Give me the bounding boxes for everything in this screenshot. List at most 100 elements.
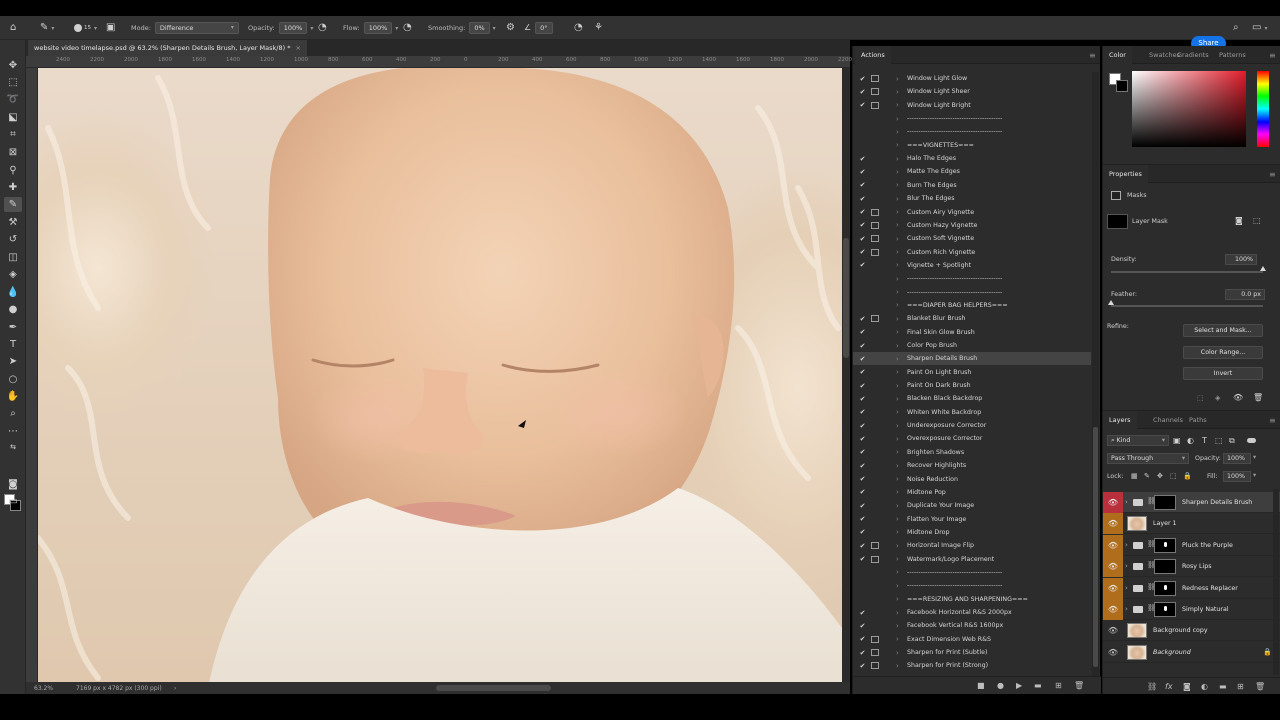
color-range-button[interactable]: Color Range...	[1183, 346, 1263, 359]
expand-arrow-icon[interactable]: ›	[896, 261, 899, 269]
toggle-check-icon[interactable]: ✔	[858, 555, 867, 563]
layer-row[interactable]: 👁 › ⛓ Redness Replacer	[1103, 577, 1280, 599]
expand-arrow-icon[interactable]: ›	[896, 208, 899, 216]
screen-mode-icon[interactable]: ▭	[4, 494, 22, 509]
layer-row[interactable]: 👁 › ⛓ Pluck the Purple	[1103, 534, 1280, 556]
expand-arrow-icon[interactable]: ›	[896, 568, 899, 576]
eyedropper-tool-icon[interactable]: ⚲	[4, 163, 22, 178]
lock-transparency-icon[interactable]: ▦	[1131, 472, 1138, 480]
toggle-check-icon[interactable]: ✔	[858, 368, 867, 376]
action-item[interactable]: ✔ › Color Pop Brush	[853, 339, 1091, 352]
layer-row[interactable]: 👁 Layer 1	[1103, 513, 1280, 535]
expand-arrow-icon[interactable]: ›	[896, 128, 899, 136]
action-item[interactable]: ✔ › Watermark/Logo Placement	[853, 553, 1091, 566]
group-expand-icon[interactable]: ›	[1125, 562, 1128, 570]
expand-arrow-icon[interactable]: ›	[896, 75, 899, 83]
frame-tool-icon[interactable]: ⊠	[4, 145, 22, 160]
toggle-check-icon[interactable]: ✔	[858, 155, 867, 163]
expand-arrow-icon[interactable]: ›	[896, 502, 899, 510]
action-item[interactable]: ✔ › Window Light Glow	[853, 72, 1091, 85]
new-set-icon[interactable]: ▬	[1034, 681, 1042, 690]
expand-arrow-icon[interactable]: ›	[896, 88, 899, 96]
type-filter-icon[interactable]: T	[1202, 436, 1207, 445]
action-item[interactable]: › ---------------------------------------…	[853, 579, 1091, 592]
expand-arrow-icon[interactable]: ›	[896, 181, 899, 189]
action-item[interactable]: ✔ › Horizontal Image Flip	[853, 539, 1091, 552]
color-picker-field[interactable]	[1132, 71, 1246, 147]
properties-menu-icon[interactable]: ≡	[1269, 170, 1276, 179]
expand-arrow-icon[interactable]: ›	[896, 395, 899, 403]
kind-filter-select[interactable]: ⌕ Kind ▾	[1107, 435, 1169, 446]
action-item[interactable]: ✔ › Midtone Pop	[853, 486, 1091, 499]
path-selection-tool-icon[interactable]: ➤	[4, 354, 22, 369]
action-item[interactable]: ✔ › Custom Airy Vignette	[853, 206, 1091, 219]
fill-field[interactable]: 100%	[1223, 471, 1251, 482]
object-selection-tool-icon[interactable]: ⬕	[4, 110, 22, 125]
document-tab[interactable]: website video timelapse.psd @ 63.2% (Sha…	[28, 40, 307, 56]
expand-arrow-icon[interactable]: ›	[896, 101, 899, 109]
toggle-check-icon[interactable]: ✔	[858, 181, 867, 189]
airbrush-button[interactable]: ◔	[403, 16, 412, 40]
layer-visibility-eye-icon[interactable]: 👁	[1103, 534, 1123, 556]
close-tab-icon[interactable]: ×	[295, 44, 300, 52]
dialog-toggle-icon[interactable]	[871, 635, 879, 643]
layer-thumbnail[interactable]	[1127, 516, 1147, 532]
action-item[interactable]: ✔ › Sharpen for Print (Strong)	[853, 659, 1091, 672]
feather-field[interactable]: 0.0 px	[1225, 289, 1265, 300]
dialog-toggle-icon[interactable]	[871, 649, 879, 657]
dialog-toggle-icon[interactable]	[871, 315, 879, 323]
expand-arrow-icon[interactable]: ›	[896, 422, 899, 430]
expand-arrow-icon[interactable]: ›	[896, 235, 899, 243]
brush-tool-icon[interactable]: ✎	[4, 197, 22, 212]
canvas-vertical-scrollbar[interactable]	[842, 68, 850, 682]
smoothing-dropdown[interactable]: ▾	[493, 25, 496, 32]
expand-arrow-icon[interactable]: ›	[896, 221, 899, 229]
action-item[interactable]: ✔ › Underexposure Corrector	[853, 419, 1091, 432]
color-bg-swatch[interactable]	[1116, 80, 1128, 92]
layer-visibility-eye-icon[interactable]: 👁	[1103, 492, 1123, 513]
expand-arrow-icon[interactable]: ›	[896, 649, 899, 657]
eraser-tool-icon[interactable]: ◫	[4, 250, 22, 265]
toggle-check-icon[interactable]: ✔	[858, 195, 867, 203]
density-slider[interactable]	[1111, 271, 1263, 273]
action-item[interactable]: ✔ › Final Skin Glow Brush	[853, 326, 1091, 339]
tab-layers[interactable]: Layers	[1103, 411, 1137, 429]
expand-arrow-icon[interactable]: ›	[896, 195, 899, 203]
density-slider-knob[interactable]	[1260, 266, 1266, 271]
clone-stamp-tool-icon[interactable]: ⚒	[4, 215, 22, 230]
smart-object-filter-icon[interactable]: ⧉	[1229, 436, 1235, 446]
expand-arrow-icon[interactable]: ›	[896, 462, 899, 470]
toggle-check-icon[interactable]: ✔	[858, 355, 867, 363]
actions-scroll-thumb[interactable]	[1093, 427, 1098, 667]
action-item[interactable]: ✔ › Brighten Shadows	[853, 446, 1091, 459]
toggle-check-icon[interactable]: ✔	[858, 315, 867, 323]
layer-opacity-dropdown[interactable]: ▾	[1253, 454, 1256, 461]
layer-row[interactable]: 👁 › ⛓ Sharpen Details Brush	[1103, 492, 1280, 513]
expand-arrow-icon[interactable]: ›	[896, 155, 899, 163]
status-menu-arrow[interactable]: ›	[174, 685, 176, 692]
action-item[interactable]: ✔ › Midtone Drop	[853, 526, 1091, 539]
hue-slider[interactable]	[1257, 71, 1269, 147]
blur-tool-icon[interactable]: 💧	[4, 285, 22, 300]
toggle-check-icon[interactable]: ✔	[858, 488, 867, 496]
pressure-size-button[interactable]: ◔	[574, 16, 583, 40]
expand-arrow-icon[interactable]: ›	[896, 342, 899, 350]
tab-patterns[interactable]: Patterns	[1213, 46, 1252, 64]
action-item[interactable]: ✔ › Exact Dimension Web R&S	[853, 633, 1091, 646]
action-item[interactable]: › ---------------------------------------…	[853, 112, 1091, 125]
action-item[interactable]: ✔ › Flatten Your Image	[853, 513, 1091, 526]
new-layer-icon[interactable]: ⊞	[1237, 682, 1244, 691]
toggle-check-icon[interactable]: ✔	[858, 395, 867, 403]
tool-preset-picker[interactable]: ✎ ▾	[40, 16, 54, 40]
move-tool-icon[interactable]: ✥	[4, 58, 22, 73]
angle-field[interactable]: 0°	[535, 22, 553, 34]
action-item[interactable]: ✔ › Sharpen for Print (Subtle)	[853, 646, 1091, 659]
toggle-check-icon[interactable]: ✔	[858, 88, 867, 96]
layer-visibility-eye-icon[interactable]: 👁	[1103, 620, 1123, 641]
tab-properties[interactable]: Properties	[1103, 165, 1148, 183]
expand-arrow-icon[interactable]: ›	[896, 622, 899, 630]
layers-menu-icon[interactable]: ≡	[1269, 416, 1276, 425]
action-item[interactable]: ✔ › Custom Rich Vignette	[853, 246, 1091, 259]
action-item[interactable]: ✔ › Paint On Light Brush	[853, 366, 1091, 379]
lasso-tool-icon[interactable]: ➰	[4, 92, 22, 107]
